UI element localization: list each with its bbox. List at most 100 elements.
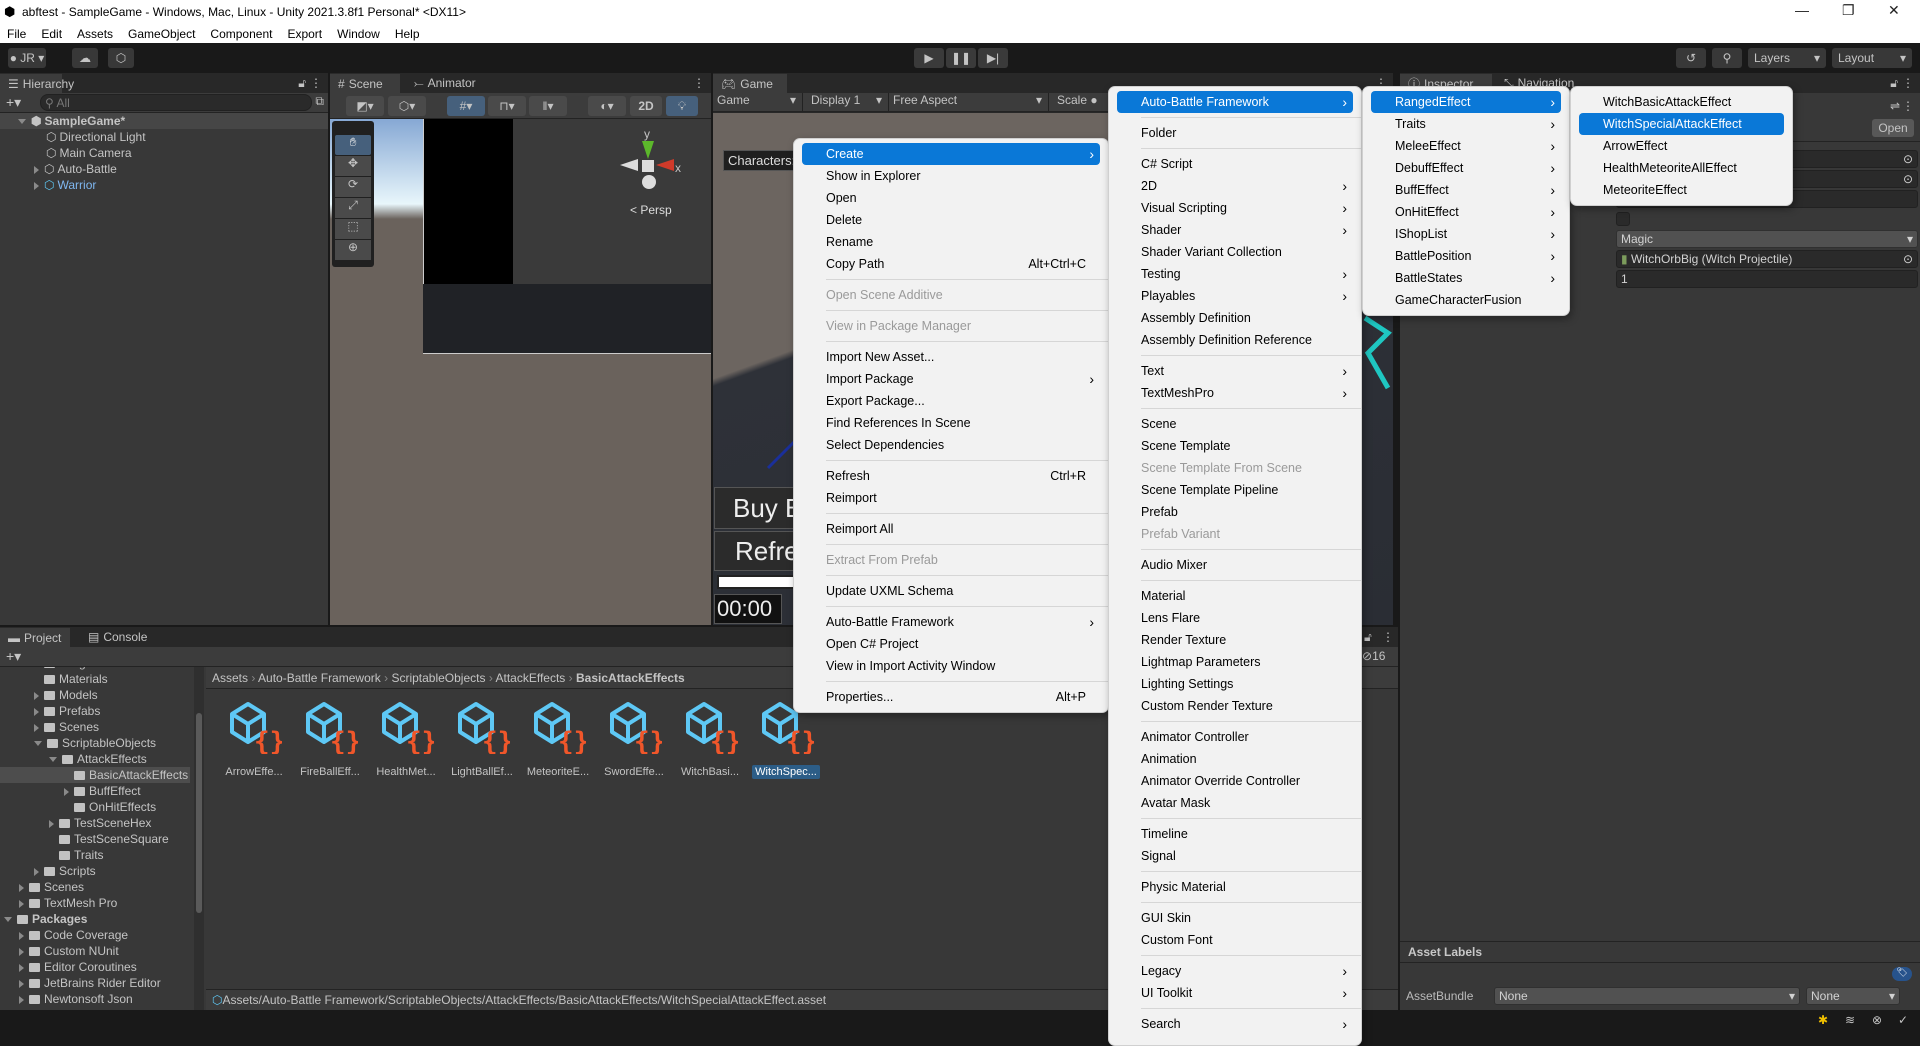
- buy-button[interactable]: Buy B: [714, 487, 804, 529]
- history-button[interactable]: ↺: [1676, 48, 1706, 68]
- scene-viewport[interactable]: ✋︎ ✥ ⟳ ⤢ ⬚ ⊕ y x < Persp: [330, 119, 711, 625]
- open-button[interactable]: Open: [1872, 119, 1914, 137]
- menu-item-2d[interactable]: 2D ›: [1117, 175, 1353, 197]
- menu-item-witchbasicattackeffect[interactable]: WitchBasicAttackEffect: [1579, 91, 1784, 113]
- menu-item-ishoplist[interactable]: IShopList ›: [1371, 223, 1561, 245]
- folder-tree-item[interactable]: Code Coverage: [0, 927, 190, 943]
- label-tag-icon[interactable]: 🏷︎: [1892, 967, 1912, 981]
- maximize-button[interactable]: ❐: [1842, 2, 1855, 19]
- folder-tree-item[interactable]: TextMesh Pro: [0, 895, 190, 911]
- bug-warning-icon[interactable]: ✱: [1818, 1013, 1828, 1027]
- 2d-toggle[interactable]: 2D: [630, 96, 662, 116]
- menu-item-textmeshpro[interactable]: TextMeshPro ›: [1117, 382, 1353, 404]
- hierarchy-item[interactable]: ⬢ SampleGame*: [0, 113, 328, 129]
- search-options-icon[interactable]: ⧉: [315, 94, 324, 109]
- pause-button[interactable]: ❚❚: [946, 48, 976, 68]
- folder-tree-item[interactable]: ScriptableObjects: [0, 735, 190, 751]
- object-picker-icon[interactable]: ⊙: [1903, 151, 1913, 167]
- folder-tree-item[interactable]: Scripts: [0, 863, 190, 879]
- menu-component[interactable]: Component: [203, 27, 280, 41]
- fold-arrow-icon[interactable]: [34, 741, 42, 747]
- close-button[interactable]: ✕: [1888, 2, 1900, 19]
- number-field[interactable]: 1: [1616, 270, 1918, 288]
- draw-mode-button[interactable]: ◩▾: [346, 96, 384, 116]
- menu-item-buffeffect[interactable]: BuffEffect ›: [1371, 179, 1561, 201]
- menu-item-auto-battle-framework[interactable]: Auto-Battle Framework ›: [1117, 91, 1353, 113]
- fold-arrow-icon[interactable]: [19, 899, 24, 908]
- more-icon[interactable]: ⋮: [693, 76, 705, 90]
- folder-tree-item[interactable]: Materials: [0, 671, 190, 687]
- hierarchy-item[interactable]: ⬡ Main Camera: [0, 145, 328, 161]
- hierarchy-search-input[interactable]: ⚲ All: [40, 94, 312, 111]
- play-button[interactable]: ▶: [914, 48, 944, 68]
- folder-tree-item[interactable]: OnHitEffects: [0, 799, 190, 815]
- menu-item-battleposition[interactable]: BattlePosition ›: [1371, 245, 1561, 267]
- menu-item-meleeeffect[interactable]: MeleeEffect ›: [1371, 135, 1561, 157]
- menu-item-view-in-import-activity-window[interactable]: View in Import Activity Window: [802, 655, 1100, 677]
- folder-tree-item[interactable]: TestSceneHex: [0, 815, 190, 831]
- lock-icon[interactable]: 🔓︎: [298, 76, 306, 91]
- layers-dropdown[interactable]: Layers ▾: [1748, 48, 1826, 68]
- breadcrumb-item[interactable]: AttackEffects: [496, 671, 566, 685]
- increment-snap-button[interactable]: ‖▾: [529, 96, 567, 116]
- lock-icon[interactable]: 🔓︎: [1890, 76, 1898, 91]
- folder-tree-item[interactable]: TestSceneSquare: [0, 831, 190, 847]
- menu-item-custom-font[interactable]: Custom Font: [1117, 929, 1353, 951]
- asset-item[interactable]: {} MeteoriteE...: [520, 700, 596, 779]
- menu-item-show-in-explorer[interactable]: Show in Explorer: [802, 165, 1100, 187]
- tab-scene[interactable]: # Scene: [330, 73, 400, 93]
- breadcrumb-item[interactable]: Auto-Battle Framework: [258, 671, 381, 685]
- settings-sliders-icon[interactable]: ⇌: [1890, 99, 1900, 113]
- asset-variant-dropdown[interactable]: None ▾: [1806, 987, 1900, 1005]
- asset-item[interactable]: {} HealthMet...: [368, 700, 444, 779]
- menu-item-prefab[interactable]: Prefab: [1117, 501, 1353, 523]
- menu-item-onhiteffect[interactable]: OnHitEffect ›: [1371, 201, 1561, 223]
- breadcrumb-item[interactable]: ScriptableObjects: [391, 671, 485, 685]
- step-button[interactable]: ▶|: [978, 48, 1008, 68]
- menu-item-debuffeffect[interactable]: DebuffEffect ›: [1371, 157, 1561, 179]
- tab-project[interactable]: ▬ Project: [0, 627, 70, 647]
- fold-arrow-icon[interactable]: [18, 119, 26, 125]
- menu-item-battlestates[interactable]: BattleStates ›: [1371, 267, 1561, 289]
- tab-animator[interactable]: ⤚ Animator: [406, 73, 484, 93]
- fold-arrow-icon[interactable]: [19, 963, 24, 972]
- menu-item-gamecharacterfusion[interactable]: GameCharacterFusion: [1371, 289, 1561, 311]
- menu-item-delete[interactable]: Delete: [802, 209, 1100, 231]
- tree-scrollbar[interactable]: [194, 667, 204, 1010]
- menu-help[interactable]: Help: [388, 27, 428, 41]
- menu-item-properties[interactable]: Properties... Alt+P: [802, 686, 1100, 708]
- add-button[interactable]: +▾: [6, 648, 21, 665]
- menu-item-animator-controller[interactable]: Animator Controller: [1117, 726, 1353, 748]
- menu-item-shader-variant-collection[interactable]: Shader Variant Collection: [1117, 241, 1353, 263]
- menu-item-import-package[interactable]: Import Package ›: [802, 368, 1100, 390]
- menu-item-scene[interactable]: Scene: [1117, 413, 1353, 435]
- hierarchy-item[interactable]: ⬡ Directional Light: [0, 129, 328, 145]
- folder-tree-item[interactable]: Custom NUnit: [0, 943, 190, 959]
- fold-arrow-icon[interactable]: [34, 867, 39, 876]
- menu-item-rangedeffect[interactable]: RangedEffect ›: [1371, 91, 1561, 113]
- breadcrumb-current[interactable]: BasicAttackEffects: [576, 671, 685, 685]
- folder-tree-item[interactable]: Traits: [0, 847, 190, 863]
- fold-arrow-icon[interactable]: [34, 691, 39, 700]
- menu-item-scene-template[interactable]: Scene Template: [1117, 435, 1353, 457]
- menu-file[interactable]: File: [0, 27, 34, 41]
- tab-console[interactable]: ▤ Console: [80, 627, 155, 647]
- fold-arrow-icon[interactable]: [34, 723, 39, 732]
- menu-gameobject[interactable]: GameObject: [121, 27, 203, 41]
- asset-labels-header[interactable]: Asset Labels: [1400, 941, 1920, 963]
- scene-gizmo[interactable]: y x: [620, 127, 681, 197]
- tab-game[interactable]: 🎮︎ Game: [713, 73, 787, 93]
- scene-view-button[interactable]: ⬡▾: [388, 96, 426, 116]
- menu-item-playables[interactable]: Playables ›: [1117, 285, 1353, 307]
- menu-item-signal[interactable]: Signal: [1117, 845, 1353, 867]
- fold-arrow-icon[interactable]: [34, 165, 39, 174]
- menu-item-scene-template-pipeline[interactable]: Scene Template Pipeline: [1117, 479, 1353, 501]
- menu-item-lens-flare[interactable]: Lens Flare: [1117, 607, 1353, 629]
- menu-item-visual-scripting[interactable]: Visual Scripting ›: [1117, 197, 1353, 219]
- menu-item-gui-skin[interactable]: GUI Skin: [1117, 907, 1353, 929]
- more-icon[interactable]: ⋮: [1902, 76, 1914, 90]
- folder-tree-item[interactable]: BuffEffect: [0, 783, 190, 799]
- fold-arrow-icon[interactable]: [64, 787, 69, 796]
- folder-tree-item[interactable]: Models: [0, 687, 190, 703]
- projectile-field[interactable]: ▮ WitchOrbBig (Witch Projectile) ⊙: [1616, 250, 1918, 268]
